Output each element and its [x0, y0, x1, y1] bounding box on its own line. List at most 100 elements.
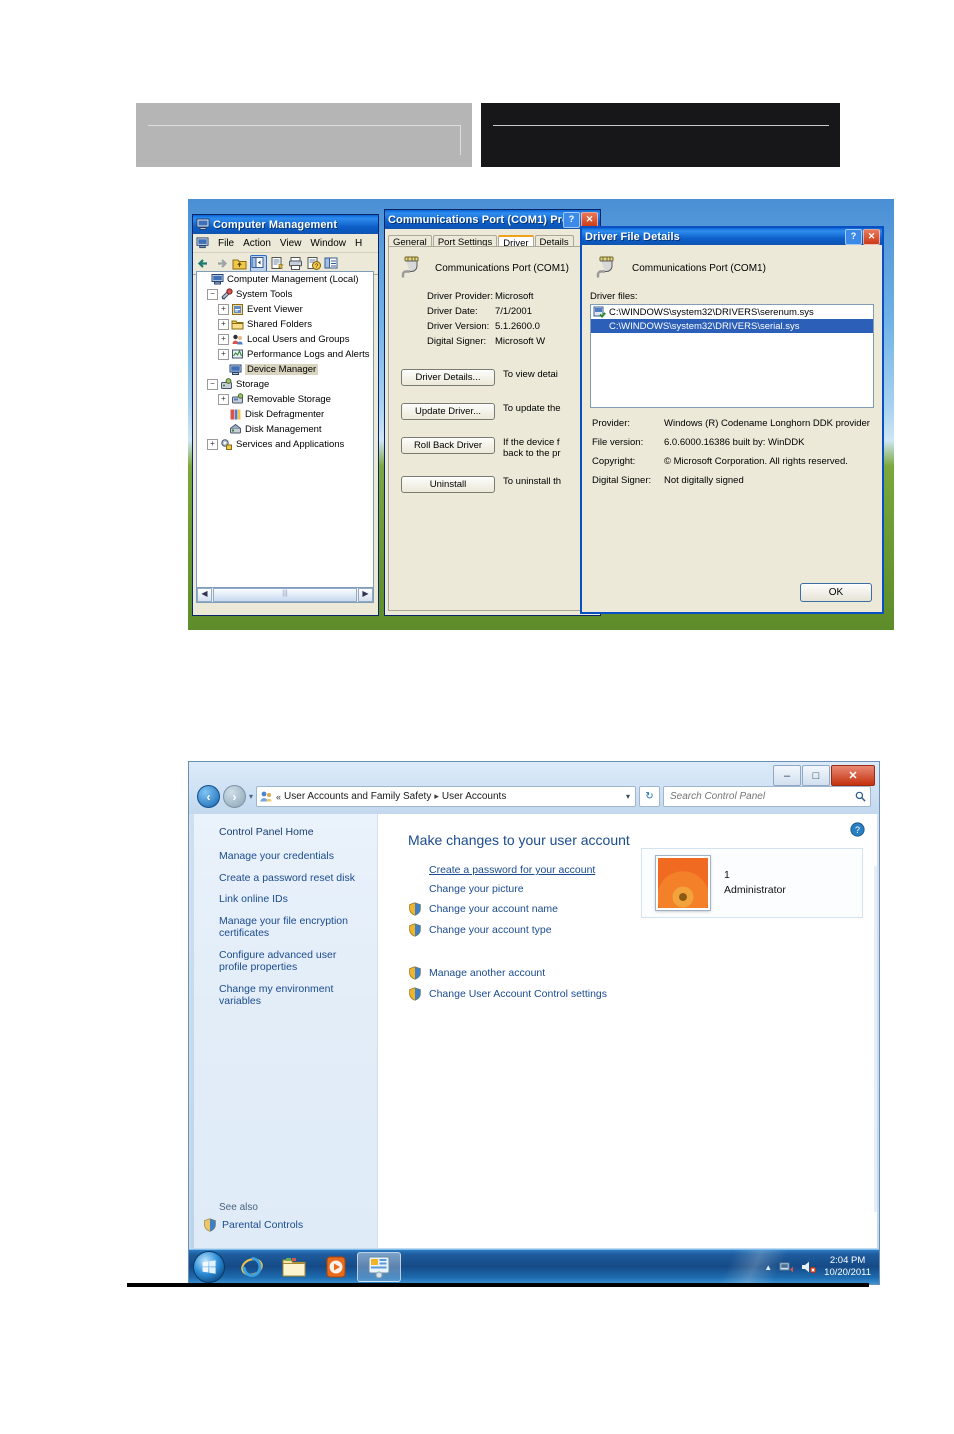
sidebar-item-control-panel-home[interactable]: Control Panel Home [191, 814, 377, 838]
breadcrumb-item-user-accounts-family-safety[interactable]: User Accounts and Family Safety [284, 791, 431, 802]
clock[interactable]: 2:04 PM 10/20/2011 [824, 1255, 871, 1279]
menu-item-window[interactable]: Window [310, 238, 346, 249]
vertical-scrollbar[interactable] [874, 866, 877, 1212]
link-change-account-type[interactable]: Change your account type [408, 923, 877, 937]
forward-button[interactable]: › [223, 785, 246, 808]
driver-files-list[interactable]: C:\WINDOWS\system32\DRIVERS\serenum.sys … [590, 304, 874, 408]
sidebar-item-parental-controls[interactable]: Parental Controls [191, 1218, 377, 1232]
help-button[interactable]: ? [845, 228, 862, 245]
change-account-name-link[interactable]: Change your account name [429, 903, 558, 915]
print-icon[interactable] [288, 256, 303, 271]
up-folder-icon[interactable] [232, 256, 247, 271]
change-account-type-link[interactable]: Change your account type [429, 924, 552, 936]
computer-management-menubar[interactable]: File Action View Window H [193, 234, 378, 253]
volume-muted-icon[interactable] [801, 1260, 817, 1274]
menu-item-file[interactable]: File [218, 238, 234, 249]
taskbar-item-media-player[interactable] [315, 1252, 357, 1282]
computer-management-tree[interactable]: Computer Management (Local) − System Too… [196, 271, 374, 589]
driver-file-details-body: Communications Port (COM1) Driver files:… [582, 245, 882, 490]
update-driver-button[interactable]: Update Driver... [401, 403, 495, 420]
tree-item[interactable]: Computer Management (Local) [197, 272, 373, 287]
search-icon[interactable] [855, 791, 866, 802]
tree-expander[interactable]: + [218, 319, 229, 330]
tree-item[interactable]: − System Tools [197, 287, 373, 302]
list-view-icon[interactable] [324, 256, 339, 271]
roll-back-driver-button[interactable]: Roll Back Driver [401, 437, 495, 454]
help-icon[interactable]: ? [850, 822, 865, 837]
sidebar-item-file-encryption-certificates[interactable]: Manage your file encryption certificates [219, 915, 367, 940]
tree-expander[interactable]: + [207, 439, 218, 450]
show-hide-tree-icon[interactable] [250, 255, 267, 272]
breadcrumb-dropdown-icon[interactable]: ▾ [626, 792, 633, 801]
sidebar-item-advanced-user-profile[interactable]: Configure advanced user profile properti… [219, 949, 367, 974]
driver-file-row-selected[interactable]: C:\WINDOWS\system32\DRIVERS\serial.sys [591, 319, 873, 333]
field-value: 7/1/2001 [495, 306, 532, 317]
tree-expander[interactable]: + [218, 394, 229, 405]
breadcrumb-chevrons[interactable]: « [276, 792, 281, 802]
menu-item-action[interactable]: Action [243, 238, 271, 249]
uninstall-button[interactable]: Uninstall [401, 476, 495, 493]
tree-expander[interactable]: − [207, 379, 218, 390]
breadcrumb[interactable]: « User Accounts and Family Safety ▸ User… [256, 786, 636, 807]
tree-expander[interactable]: + [218, 334, 229, 345]
breadcrumb-item-user-accounts[interactable]: User Accounts [442, 791, 506, 802]
properties-icon[interactable] [270, 256, 285, 271]
tree-item[interactable]: + Services and Applications [197, 437, 373, 452]
recent-pages-dropdown-icon[interactable]: ▾ [249, 792, 253, 801]
help-icon[interactable]: ? [306, 256, 321, 271]
sidebar-item-password-reset-disk[interactable]: Create a password reset disk [219, 872, 367, 885]
account-tile[interactable]: 1 Administrator [641, 848, 863, 918]
link-manage-another-account[interactable]: Manage another account [408, 966, 877, 980]
tree-expander[interactable]: − [207, 289, 218, 300]
tree-item[interactable]: + Local Users and Groups [197, 332, 373, 347]
manage-another-account-link[interactable]: Manage another account [429, 967, 545, 979]
back-arrow-icon[interactable] [196, 256, 211, 271]
link-change-uac-settings[interactable]: Change User Account Control settings [408, 987, 877, 1001]
change-uac-settings-link[interactable]: Change User Account Control settings [429, 988, 607, 1000]
minimize-button[interactable]: – [773, 765, 801, 786]
create-password-link[interactable]: Create a password for your account [429, 864, 595, 876]
tree-item[interactable]: Disk Defragmenter [197, 407, 373, 422]
info-value: Windows (R) Codename Longhorn DDK provid… [664, 418, 870, 429]
driver-file-row[interactable]: C:\WINDOWS\system32\DRIVERS\serenum.sys [591, 305, 873, 319]
help-button[interactable]: ? [563, 211, 580, 228]
change-picture-link[interactable]: Change your picture [429, 883, 524, 895]
tree-item[interactable]: Disk Management [197, 422, 373, 437]
close-button[interactable]: ✕ [831, 765, 875, 786]
tree-item[interactable]: + Performance Logs and Alerts [197, 347, 373, 362]
parental-controls-link[interactable]: Parental Controls [222, 1219, 303, 1231]
network-icon[interactable] [779, 1260, 794, 1274]
tree-item[interactable]: − Storage [197, 377, 373, 392]
tree-item[interactable]: + Event Viewer [197, 302, 373, 317]
refresh-button[interactable]: ↻ [639, 786, 660, 807]
menu-item-view[interactable]: View [280, 238, 302, 249]
tree-item-device-manager[interactable]: Device Manager [197, 362, 373, 377]
window-controls[interactable]: – □ ✕ [773, 765, 875, 786]
dialog-window-controls[interactable]: ? ✕ [845, 228, 880, 245]
sidebar-item-environment-variables[interactable]: Change my environment variables [219, 983, 367, 1008]
scrollbar-thumb[interactable]: ||| [213, 588, 357, 602]
taskbar-item-windows-explorer[interactable] [273, 1252, 315, 1282]
scroll-left-arrow-icon[interactable]: ◀ [197, 588, 212, 602]
menu-item-help[interactable]: H [355, 238, 362, 249]
close-button[interactable]: ✕ [863, 228, 880, 245]
tree-expander[interactable]: + [218, 349, 229, 360]
driver-details-button[interactable]: Driver Details... [401, 369, 495, 386]
search-box[interactable] [663, 786, 871, 807]
tree-item[interactable]: + Shared Folders [197, 317, 373, 332]
sidebar-item-link-online-ids[interactable]: Link online IDs [219, 893, 367, 906]
show-hidden-icons-caret-icon[interactable]: ▲ [764, 1263, 772, 1272]
taskbar-item-control-panel[interactable] [357, 1252, 401, 1282]
ok-button[interactable]: OK [800, 583, 872, 602]
tree-expander[interactable]: + [218, 304, 229, 315]
tree-item[interactable]: + Removable Storage [197, 392, 373, 407]
search-input[interactable] [668, 790, 855, 803]
taskbar-item-internet-explorer[interactable] [231, 1252, 273, 1282]
start-orb-icon[interactable] [193, 1251, 225, 1283]
sidebar-item-manage-credentials[interactable]: Manage your credentials [219, 850, 367, 863]
back-button[interactable]: ‹ [197, 785, 220, 808]
tree-horizontal-scrollbar[interactable]: ◀ ||| ▶ [196, 587, 374, 603]
scroll-right-arrow-icon[interactable]: ▶ [358, 588, 373, 602]
forward-arrow-icon[interactable] [214, 256, 229, 271]
maximize-button[interactable]: □ [802, 765, 830, 786]
